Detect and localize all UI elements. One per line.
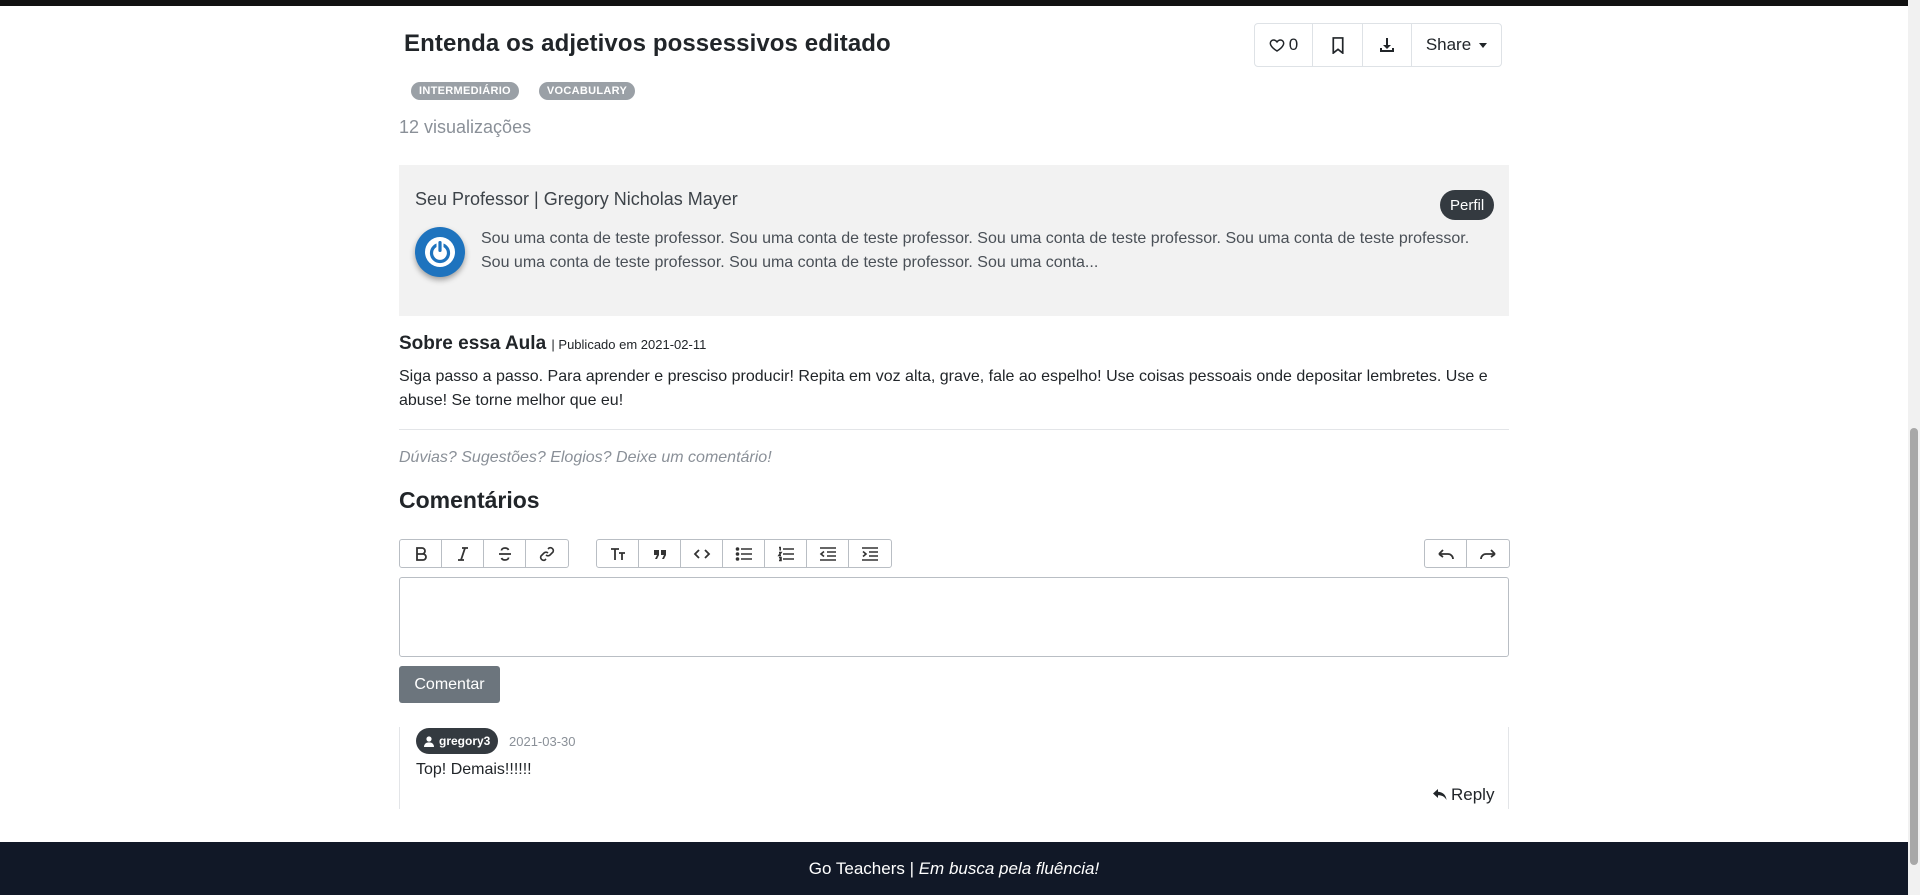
user-icon [424,735,434,747]
bullet-list-icon [735,546,752,561]
lesson-title: Entenda os adjetivos possessivos editado [404,30,891,57]
published-date: | Publicado em 2021-02-11 [551,337,707,352]
scrollbar-thumb[interactable] [1910,428,1918,865]
about-text: Siga passo a passo. Para aprender e pres… [399,368,1488,409]
comment-user-badge[interactable]: gregory3 [416,728,499,754]
download-button[interactable] [1363,24,1412,66]
outdent-icon [819,546,836,561]
comment-prompt: Dúvias? Sugestões? Elogios? Deixe um com… [399,449,772,466]
teacher-heading: Seu Professor | Gregory Nicholas Mayer [415,189,738,209]
reply-label: Reply [1451,785,1495,804]
editor-history-group [1424,539,1510,568]
footer-slogan: Em busca pela fluência! [918,858,1100,878]
comment-username: gregory3 [439,734,491,748]
footer-brand: Go Teachers | [808,858,919,878]
code-icon [693,548,710,559]
caret-down-icon [1479,42,1488,48]
power-icon [425,237,455,267]
share-label: Share [1425,35,1472,54]
bookmark-button[interactable] [1313,24,1363,66]
top-bar [0,0,1908,6]
link-icon [539,546,555,561]
undo-button[interactable] [1425,540,1467,567]
indent-icon [862,546,878,561]
bookmark-icon [1331,36,1344,54]
numbered-list-icon [777,546,794,561]
reply-icon [1433,788,1447,800]
bold-icon [415,546,427,561]
tag-level[interactable]: INTERMEDIÁRIO [411,82,519,100]
download-icon [1380,38,1394,52]
comment-date: 2021-03-30 [509,734,576,749]
teacher-card: Seu Professor | Gregory Nicholas Mayer P… [399,165,1509,316]
like-count: 0 [1288,35,1299,54]
numbered-list-button[interactable] [765,540,807,567]
comments-title: Comentários [399,487,540,513]
comment-text: Top! Demais!!!!!! [416,761,532,778]
submit-comment-button[interactable]: Comentar [399,666,500,703]
about-heading: Sobre essa Aula | Publicado em 2021-02-1… [399,333,706,355]
share-dropdown[interactable]: Share [1412,24,1501,66]
quote-button[interactable] [639,540,681,567]
quote-icon [653,549,666,559]
about-title: Sobre essa Aula [399,333,547,354]
italic-icon [457,546,468,561]
outdent-button[interactable] [807,540,849,567]
code-button[interactable] [681,540,723,567]
undo-icon [1437,548,1454,559]
avatar[interactable] [415,227,465,277]
scrollbar[interactable] [1908,0,1920,895]
bullet-list-button[interactable] [723,540,765,567]
profile-button[interactable]: Perfil [1440,190,1495,220]
comment-editor[interactable] [399,577,1509,657]
lesson-actions: 0 Share [1254,23,1502,67]
bold-button[interactable] [400,540,442,567]
editor-format-group [399,539,569,568]
heading-button[interactable] [597,540,639,567]
reply-button[interactable]: Reply [1433,785,1494,805]
heading-icon [610,547,625,560]
editor-block-group [596,539,892,568]
view-count: 12 visualizações [399,117,532,137]
redo-icon [1480,548,1496,559]
indent-button[interactable] [849,540,891,567]
comment-item: gregory3 2021-03-30 Top! Demais!!!!!! Re… [399,727,1509,809]
lesson-tags: INTERMEDIÁRIO VOCABULARY [411,82,636,100]
divider [399,429,1509,430]
tag-category[interactable]: VOCABULARY [538,82,636,100]
link-button[interactable] [526,540,568,567]
footer: Go Teachers | Em busca pela fluência! [0,842,1908,895]
heart-icon [1269,39,1285,52]
teacher-bio: Sou uma conta de teste professor. Sou um… [481,230,1470,271]
like-button[interactable]: 0 [1255,24,1313,66]
strikethrough-button[interactable] [484,540,526,567]
redo-button[interactable] [1467,540,1509,567]
italic-button[interactable] [442,540,484,567]
strikethrough-icon [498,546,511,561]
